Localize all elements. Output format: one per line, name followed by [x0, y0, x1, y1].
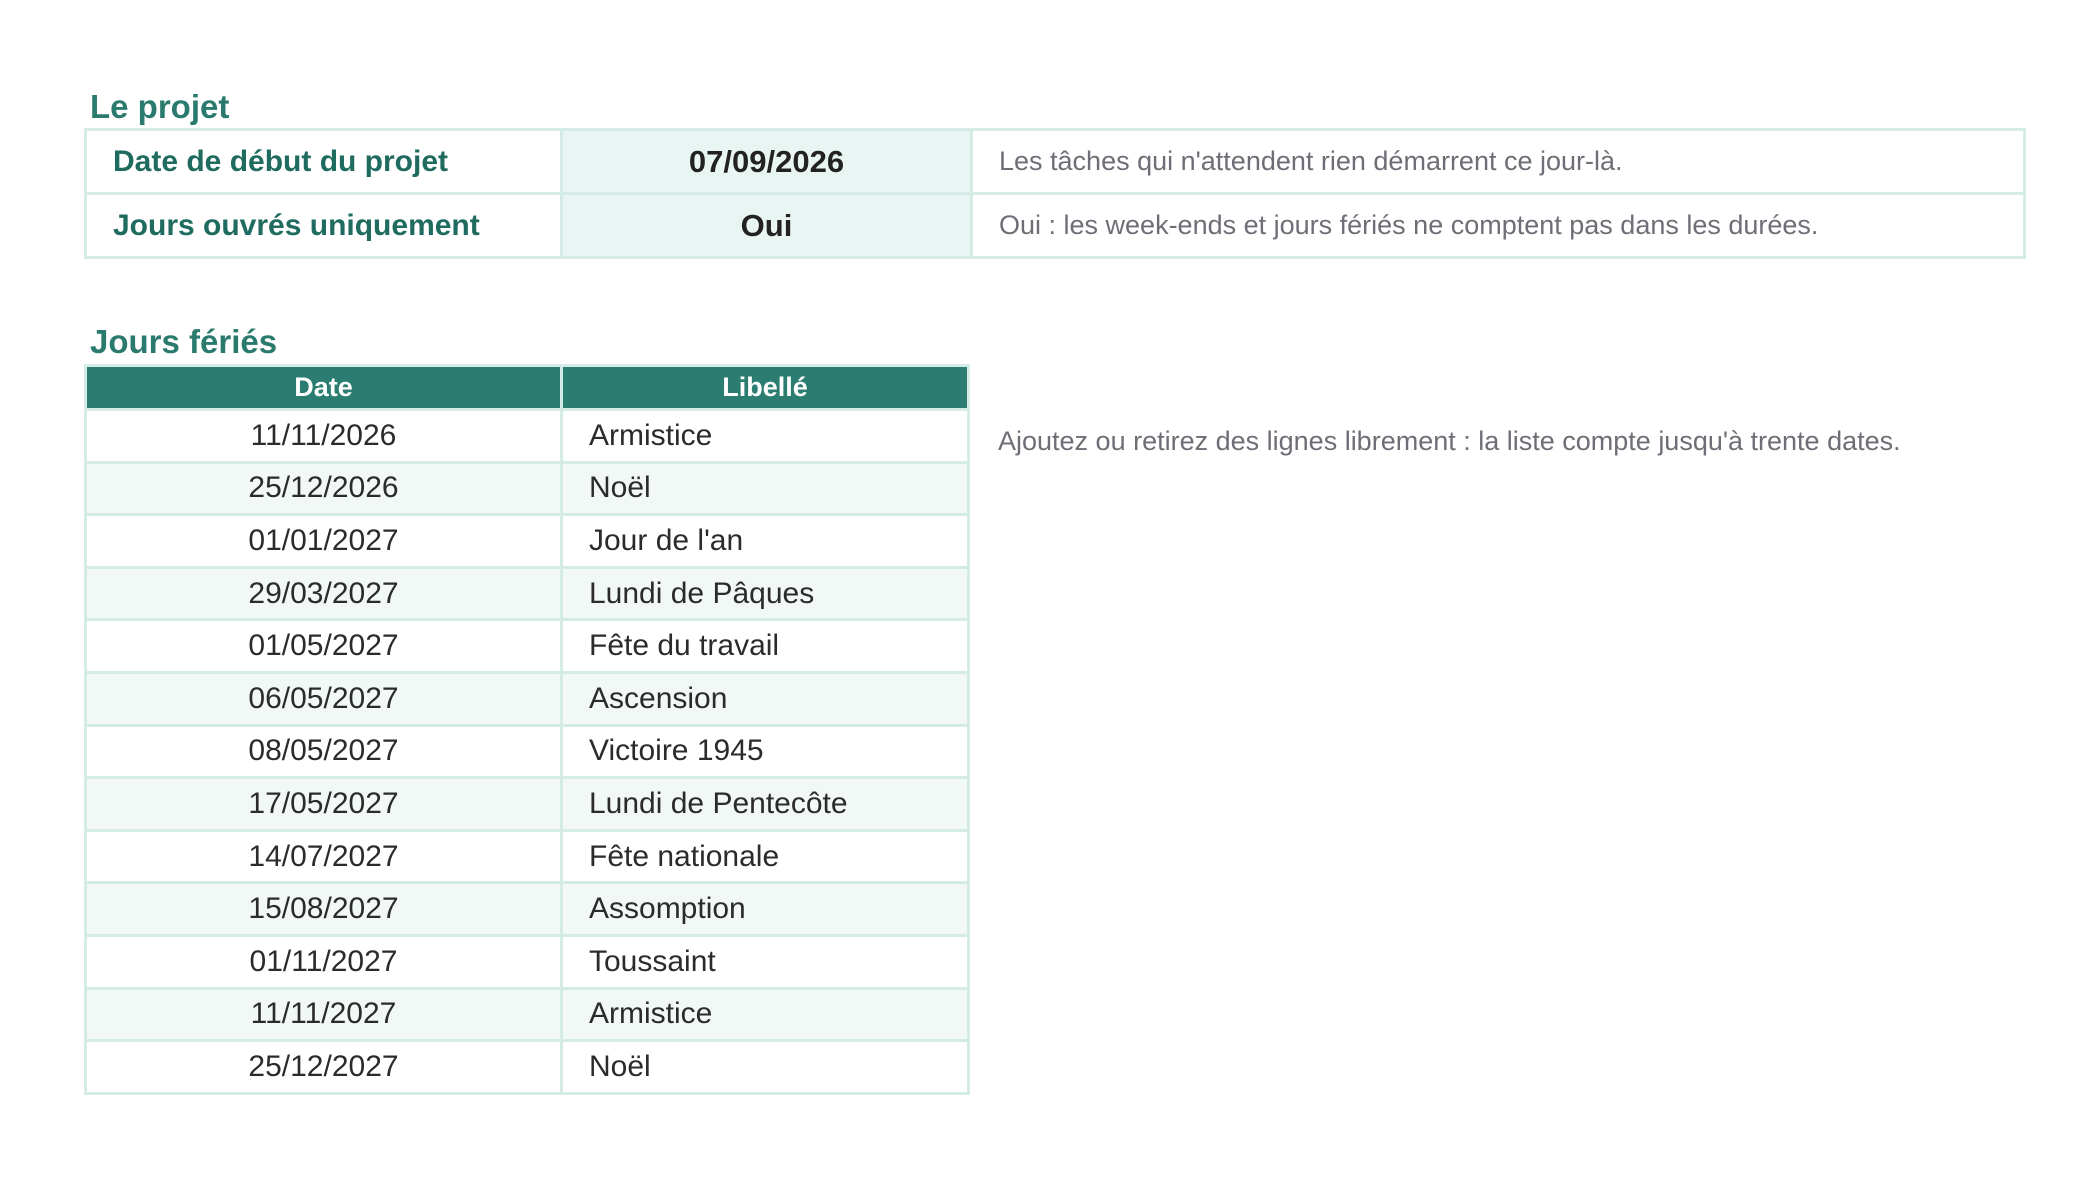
holiday-date-cell[interactable]: 29/03/2027 [84, 565, 563, 622]
table-row: 08/05/2027 Victoire 1945 [84, 723, 970, 780]
start-date-note: Les tâches qui n'attendent rien démarren… [970, 128, 2026, 195]
holidays-note: Ajoutez ou retirez des lignes librement … [998, 426, 1901, 456]
holidays-table: Date Libellé 11/11/2026 Armistice 25/12/20… [84, 364, 970, 1095]
table-row: 14/07/2027 Fête nationale [84, 828, 970, 885]
holiday-date-cell[interactable]: 11/11/2027 [84, 986, 563, 1043]
table-row: 11/11/2026 Armistice [84, 408, 970, 464]
table-row: 01/05/2027 Fête du travail [84, 618, 970, 674]
holiday-label-cell[interactable]: Noël [560, 460, 970, 517]
holiday-date-cell[interactable]: 01/11/2027 [84, 933, 563, 990]
holidays-header-row: Date Libellé [84, 364, 970, 411]
holiday-date-cell[interactable]: 11/11/2026 [84, 408, 563, 464]
section-title-projet: Le projet [90, 88, 230, 125]
start-date-value-cell[interactable]: 07/09/2026 [560, 128, 973, 195]
table-row: 25/12/2026 Noël [84, 460, 970, 517]
holiday-label-cell[interactable]: Jour de l'an [560, 513, 970, 569]
table-row: 06/05/2027 Ascension [84, 670, 970, 727]
working-days-note: Oui : les week-ends et jours fériés ne c… [970, 192, 2026, 259]
column-header-label: Libellé [560, 364, 970, 411]
table-row: 17/05/2027 Lundi de Pentecôte [84, 776, 970, 832]
holiday-date-cell[interactable]: 01/01/2027 [84, 513, 563, 569]
table-row: 29/03/2027 Lundi de Pâques [84, 565, 970, 622]
section-title-feries: Jours fériés [90, 323, 278, 360]
holiday-date-cell[interactable]: 06/05/2027 [84, 670, 563, 727]
holiday-label-cell[interactable]: Fête nationale [560, 828, 970, 885]
holiday-label-cell[interactable]: Ascension [560, 670, 970, 727]
working-days-label: Jours ouvrés uniquement [84, 192, 563, 259]
project-settings-table: Date de début du projet 07/09/2026 Les t… [84, 128, 2026, 259]
table-row: 01/01/2027 Jour de l'an [84, 513, 970, 569]
holiday-label-cell[interactable]: Fête du travail [560, 618, 970, 674]
holiday-label-cell[interactable]: Toussaint [560, 933, 970, 990]
project-row-start-date: Date de début du projet 07/09/2026 Les t… [84, 128, 2026, 195]
spreadsheet-page: Le projet Date de début du projet 07/09/… [0, 0, 2100, 1181]
start-date-label: Date de début du projet [84, 128, 563, 195]
holiday-label-cell[interactable]: Victoire 1945 [560, 723, 970, 780]
holiday-date-cell[interactable]: 25/12/2026 [84, 460, 563, 517]
table-row: 15/08/2027 Assomption [84, 881, 970, 937]
holiday-label-cell[interactable]: Noël [560, 1039, 970, 1095]
holiday-date-cell[interactable]: 17/05/2027 [84, 776, 563, 832]
holidays-body: 11/11/2026 Armistice 25/12/2026 Noël 01/01/2… [84, 408, 970, 1095]
holiday-date-cell[interactable]: 15/08/2027 [84, 881, 563, 937]
holiday-label-cell[interactable]: Armistice [560, 986, 970, 1043]
holiday-date-cell[interactable]: 08/05/2027 [84, 723, 563, 780]
working-days-value-cell[interactable]: Oui [560, 192, 973, 259]
holiday-date-cell[interactable]: 01/05/2027 [84, 618, 563, 674]
holiday-label-cell[interactable]: Assomption [560, 881, 970, 937]
table-row: 01/11/2027 Toussaint [84, 933, 970, 990]
holiday-label-cell[interactable]: Armistice [560, 408, 970, 464]
table-row: 11/11/2027 Armistice [84, 986, 970, 1043]
holiday-date-cell[interactable]: 25/12/2027 [84, 1039, 563, 1095]
holiday-label-cell[interactable]: Lundi de Pentecôte [560, 776, 970, 832]
holiday-label-cell[interactable]: Lundi de Pâques [560, 565, 970, 622]
holiday-date-cell[interactable]: 14/07/2027 [84, 828, 563, 885]
column-header-date: Date [84, 364, 563, 411]
project-row-working-days: Jours ouvrés uniquement Oui Oui : les we… [84, 192, 2026, 259]
table-row: 25/12/2027 Noël [84, 1039, 970, 1095]
